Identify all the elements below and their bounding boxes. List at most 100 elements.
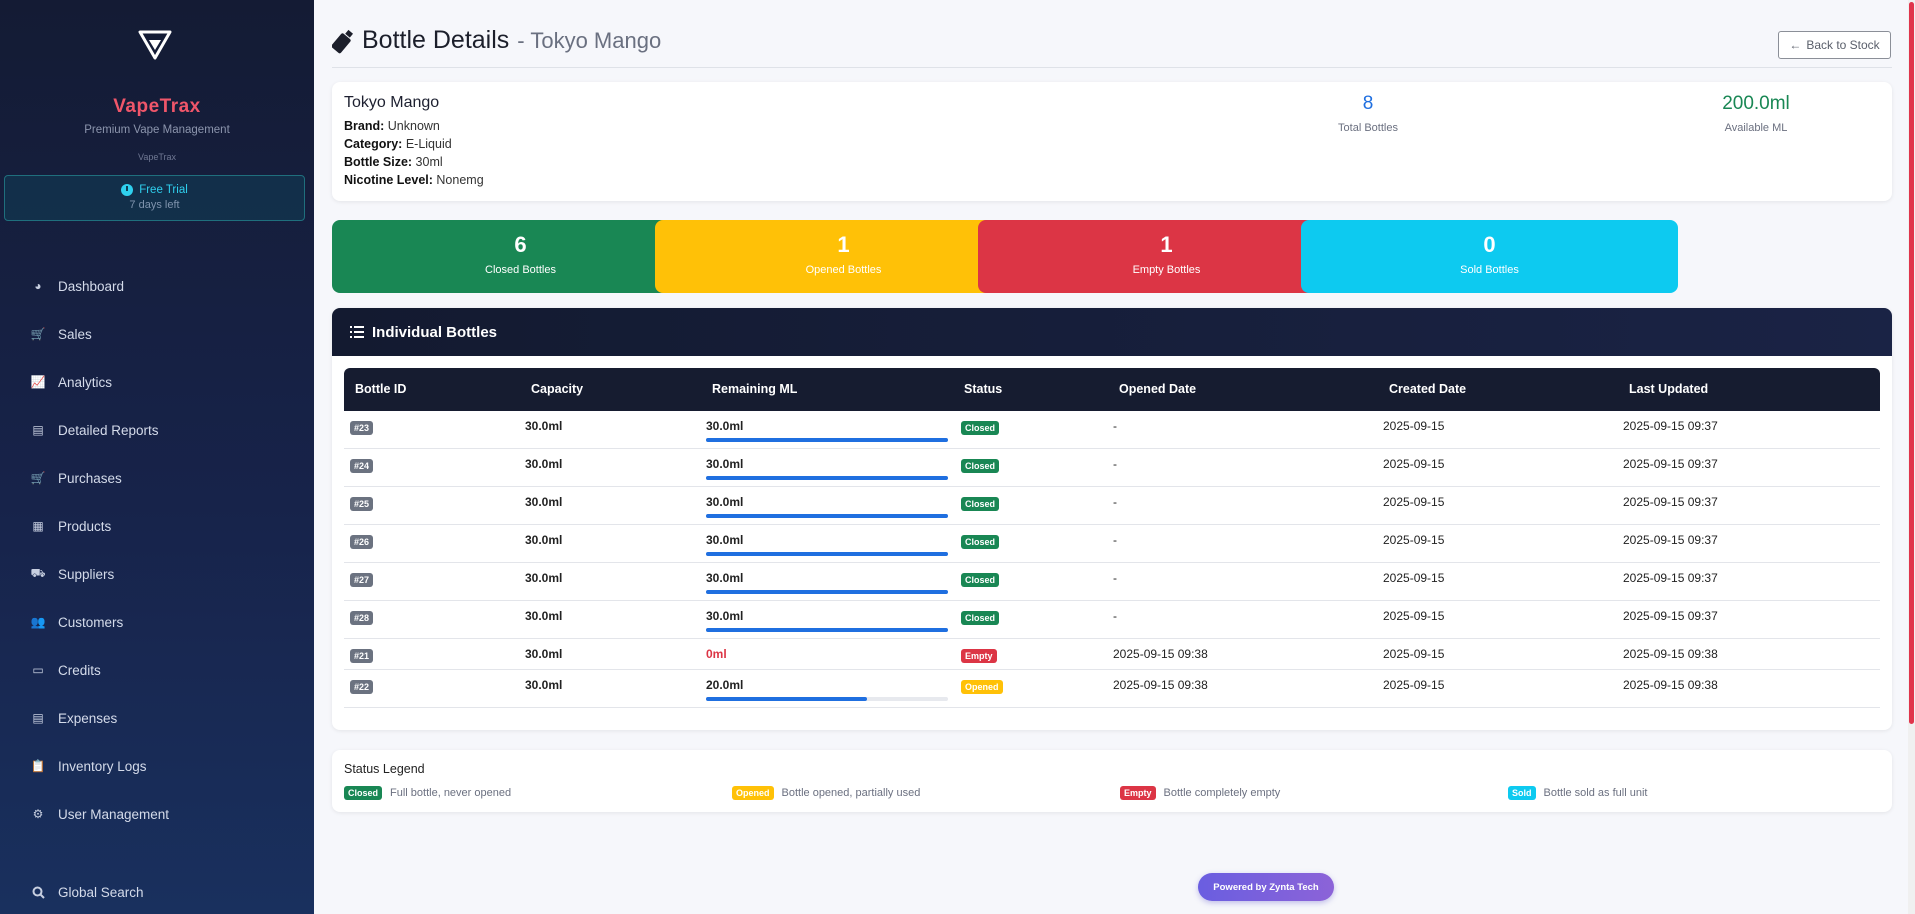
sidebar-item-label: User Management	[58, 806, 170, 822]
opened-bottles-label: Opened Bottles	[805, 264, 882, 276]
sidebar-item-expenses[interactable]: ▤ Expenses	[0, 694, 314, 742]
capacity-cell: 30.0ml	[525, 457, 563, 471]
bottles-table-header: Bottle ID Capacity Remaining ML Status Opene…	[344, 368, 1880, 411]
remaining-ml-progress-fill	[706, 514, 948, 518]
remaining-ml-progress-fill	[706, 697, 868, 701]
legend-description: Bottle sold as full unit	[1543, 787, 1648, 799]
page-header: Bottle Details - Tokyo Mango	[332, 26, 661, 55]
table-row[interactable]: #26 30.0ml 30.0ml Closed - 2025-09-15 2025-09-…	[344, 525, 1880, 563]
opened-date-cell: -	[1113, 533, 1117, 547]
column-header[interactable]: Created Date	[1389, 382, 1466, 396]
capacity-cell: 30.0ml	[525, 609, 563, 623]
sidebar-item-products[interactable]: ▦ Products	[0, 502, 314, 550]
table-row[interactable]: #22 30.0ml 20.0ml Opened 2025-09-15 09:38 202…	[344, 670, 1880, 708]
remaining-ml-progress	[706, 438, 948, 442]
bottle-id-badge: #25	[350, 497, 374, 511]
sidebar-item-label: Sales	[58, 326, 92, 342]
sidebar-item-sales[interactable]: 🛒 Sales	[0, 310, 314, 358]
remaining-ml-cell: 30.0ml	[706, 533, 744, 547]
sidebar-item-purchases[interactable]: 🛒 Purchases	[0, 454, 314, 502]
sidebar-nav: ◕ Dashboard 🛒 Sales 📈 Analytics ▤ Detailed Repo…	[0, 262, 314, 838]
sidebar: VapeTrax Premium Vape Management VapeTra…	[0, 0, 314, 914]
table-row[interactable]: #28 30.0ml 30.0ml Closed - 2025-09-15 2025-09-…	[344, 601, 1880, 639]
bottle-id-badge: #21	[350, 649, 374, 663]
bottles-table: Bottle ID Capacity Remaining ML Status Opene…	[344, 368, 1880, 708]
page-subtitle: - Tokyo Mango	[517, 28, 662, 53]
table-row[interactable]: #23 30.0ml 30.0ml Closed - 2025-09-15 2025-09-…	[344, 411, 1880, 449]
search-icon	[31, 885, 45, 899]
cart-icon: 🛒	[30, 327, 46, 341]
sold-bottles-card: 0 Sold Bottles	[1301, 220, 1678, 293]
status-badge: Empty	[961, 649, 997, 663]
list-icon	[350, 326, 364, 338]
clipboard-icon: 📋	[30, 759, 46, 773]
trial-title: Free Trial	[139, 184, 188, 196]
table-row[interactable]: #25 30.0ml 30.0ml Closed - 2025-09-15 2025-09-…	[344, 487, 1880, 525]
remaining-ml-cell: 0ml	[706, 647, 727, 661]
column-header[interactable]: Opened Date	[1119, 382, 1196, 396]
last-updated-cell: 2025-09-15 09:37	[1623, 495, 1718, 509]
document-icon: ▤	[32, 423, 44, 437]
capacity-cell: 30.0ml	[525, 533, 563, 547]
bottle-id-badge: #27	[350, 573, 374, 587]
scrollbar-thumb[interactable]	[1909, 2, 1914, 724]
page-title: Bottle Details	[362, 26, 510, 54]
table-row[interactable]: #24 30.0ml 30.0ml Closed - 2025-09-15 2025-09-…	[344, 449, 1880, 487]
back-to-stock-button[interactable]: ← Back to Stock	[1778, 31, 1891, 59]
column-header[interactable]: Last Updated	[1629, 382, 1708, 396]
sidebar-item-user-management[interactable]: ⚙ User Management	[0, 790, 314, 838]
bottle-id-badge: #26	[350, 535, 374, 549]
legend-status-badge: Empty	[1120, 786, 1156, 800]
individual-bottles-header: Individual Bottles	[332, 308, 1892, 356]
status-legend-card: Status Legend Closed Full bottle, never o…	[332, 750, 1892, 812]
opened-bottles-card: 1 Opened Bottles	[655, 220, 1032, 293]
header-divider	[332, 67, 1892, 68]
page-scrollbar[interactable]	[1908, 0, 1915, 914]
sidebar-item-detailed-reports[interactable]: ▤ Detailed Reports	[0, 406, 314, 454]
legend-status-badge: Sold	[1508, 786, 1536, 800]
sidebar-item-dashboard[interactable]: ◕ Dashboard	[0, 262, 314, 310]
column-header[interactable]: Bottle ID	[355, 382, 406, 396]
column-header[interactable]: Capacity	[531, 382, 583, 396]
powered-by-badge[interactable]: Powered by Zynta Tech	[1198, 873, 1334, 901]
truck-icon: ⛟	[30, 566, 46, 580]
remaining-ml-progress	[706, 590, 948, 594]
sidebar-item-inventory-logs[interactable]: 📋 Inventory Logs	[0, 742, 314, 790]
sidebar-item-credits[interactable]: ▭ Credits	[0, 646, 314, 694]
opened-date-cell: -	[1113, 419, 1117, 433]
opened-date-cell: -	[1113, 609, 1117, 623]
arrow-left-icon: ←	[1789, 38, 1802, 52]
brand-tagline: Premium Vape Management	[84, 124, 230, 136]
individual-bottles-title: Individual Bottles	[372, 323, 498, 341]
cart-icon: 🛒	[30, 471, 46, 485]
opened-date-cell: -	[1113, 495, 1117, 509]
sidebar-item-label: Dashboard	[58, 278, 125, 294]
column-header[interactable]: Status	[964, 382, 1002, 396]
sidebar-item-label: Purchases	[58, 470, 122, 486]
sidebar-item-label: Products	[58, 518, 112, 534]
sidebar-item-customers[interactable]: 👥 Customers	[0, 598, 314, 646]
sidebar-item-label: Detailed Reports	[58, 422, 159, 438]
status-badge: Closed	[961, 535, 1000, 549]
opened-date-cell: 2025-09-15 09:38	[1113, 647, 1208, 661]
status-badge: Closed	[961, 421, 1000, 435]
capacity-cell: 30.0ml	[525, 419, 563, 433]
bottle-id-badge: #28	[350, 611, 374, 625]
back-to-stock-label: Back to Stock	[1806, 38, 1880, 52]
product-name: Tokyo Mango	[344, 94, 440, 111]
free-trial-panel[interactable]: Free Trial 7 days left	[4, 175, 305, 221]
closed-bottles-card: 6 Closed Bottles	[332, 220, 709, 293]
created-date-cell: 2025-09-15	[1383, 495, 1445, 509]
remaining-ml-progress-fill	[706, 476, 948, 480]
remaining-ml-progress-fill	[706, 628, 948, 632]
column-header[interactable]: Remaining ML	[712, 382, 797, 396]
palette-icon: ◕	[34, 279, 42, 293]
table-row[interactable]: #27 30.0ml 30.0ml Closed - 2025-09-15 2025-09-…	[344, 563, 1880, 601]
global-search-link[interactable]: Global Search	[0, 868, 314, 914]
sidebar-item-analytics[interactable]: 📈 Analytics	[0, 358, 314, 406]
last-updated-cell: 2025-09-15 09:37	[1623, 419, 1718, 433]
sidebar-item-suppliers[interactable]: ⛟ Suppliers	[0, 550, 314, 598]
table-row[interactable]: #21 30.0ml 0ml Empty 2025-09-15 09:38 2025-09…	[344, 639, 1880, 670]
product-nicotine: Nicotine Level: Nonemg	[344, 173, 484, 187]
product-category: Category: E-Liquid	[344, 137, 452, 151]
